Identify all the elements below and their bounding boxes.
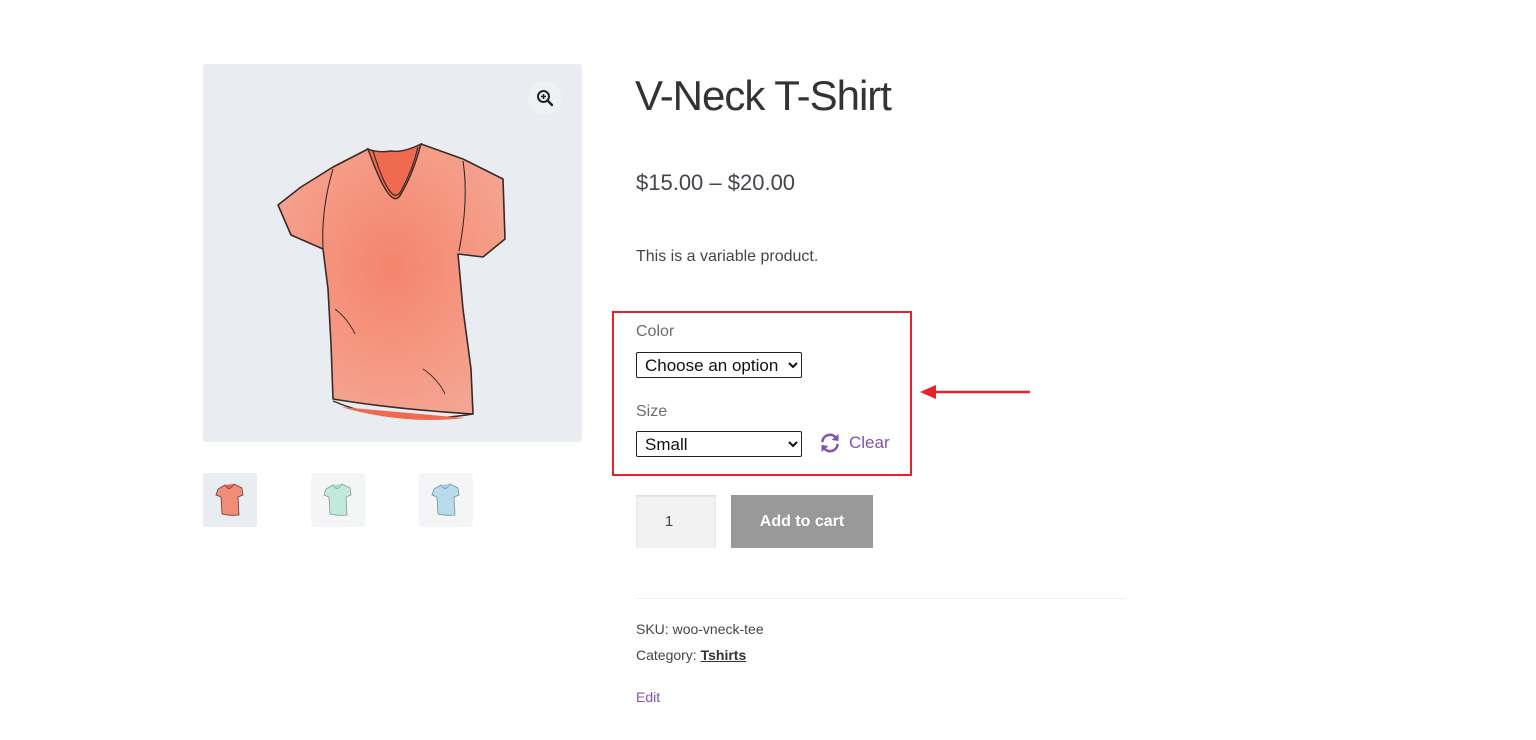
product-short-description: This is a variable product. bbox=[636, 248, 819, 265]
sku-label: SKU: bbox=[636, 621, 669, 637]
add-to-cart-button[interactable]: Add to cart bbox=[731, 495, 873, 548]
tshirt-image bbox=[277, 142, 506, 420]
product-category: Category: Tshirts bbox=[636, 645, 746, 665]
color-label: Color bbox=[636, 323, 675, 340]
category-link[interactable]: Tshirts bbox=[701, 647, 747, 663]
blue-tshirt-thumbnail bbox=[431, 483, 460, 516]
sku-value: woo-vneck-tee bbox=[672, 621, 764, 637]
product-sku: SKU: woo-vneck-tee bbox=[636, 619, 764, 639]
thumbnail-green[interactable] bbox=[311, 473, 365, 527]
category-label: Category: bbox=[636, 647, 697, 663]
divider bbox=[636, 598, 1125, 599]
product-price: $15.00 – $20.00 bbox=[636, 170, 796, 195]
clear-label: Clear bbox=[849, 433, 890, 452]
thumbnail-pink[interactable] bbox=[203, 473, 257, 527]
pink-tshirt-thumbnail bbox=[215, 483, 244, 516]
quantity-input[interactable] bbox=[636, 495, 716, 548]
color-select[interactable]: Choose an option bbox=[636, 352, 802, 378]
green-tshirt-thumbnail bbox=[323, 483, 352, 516]
product-main-image[interactable] bbox=[203, 64, 582, 442]
refresh-icon bbox=[821, 433, 839, 453]
annotation-arrow-icon bbox=[920, 385, 1030, 399]
size-select[interactable]: Small bbox=[636, 431, 802, 457]
zoom-trigger-button[interactable] bbox=[528, 81, 562, 115]
product-title: V-Neck T-Shirt bbox=[635, 72, 892, 119]
zoom-in-icon bbox=[537, 90, 554, 107]
size-label: Size bbox=[636, 403, 668, 420]
product-page: V-Neck T-Shirt $15.00 – $20.00 This is a… bbox=[0, 0, 1536, 740]
edit-link[interactable]: Edit bbox=[636, 687, 660, 707]
thumbnail-blue[interactable] bbox=[419, 473, 473, 527]
clear-variations-link[interactable]: Clear bbox=[819, 431, 890, 455]
